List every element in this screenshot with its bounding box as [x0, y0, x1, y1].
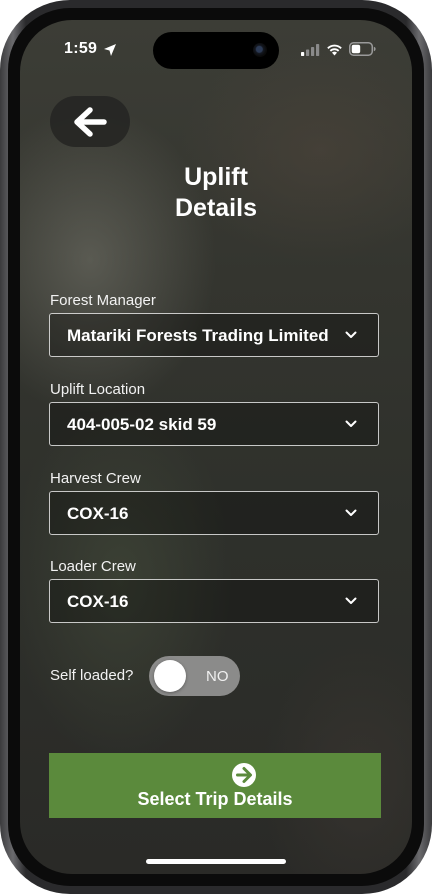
loader-crew-value: COX-16: [67, 592, 129, 611]
uplift-location-select[interactable]: 404-005-02 skid 59: [49, 402, 379, 446]
status-time: 1:59: [64, 40, 98, 57]
select-trip-details-label: Select Trip Details: [137, 789, 293, 809]
toggle-state-text: NO: [206, 668, 229, 685]
select-trip-details-button[interactable]: Select Trip Details: [49, 753, 381, 818]
harvest-crew-select[interactable]: COX-16: [49, 491, 379, 535]
phone-frame: 1:59 Uplift Details Forest Manager Matar…: [0, 0, 432, 894]
forest-manager-select[interactable]: Matariki Forests Trading Limited: [49, 313, 379, 357]
camera-icon: [253, 43, 267, 57]
app-screen: 1:59 Uplift Details Forest Manager Matar…: [20, 20, 412, 874]
page-title-line-1: Uplift: [184, 163, 248, 191]
forest-manager-label: Forest Manager: [50, 292, 156, 309]
arrow-left-icon: [74, 106, 107, 137]
forest-manager-value: Matariki Forests Trading Limited: [67, 326, 329, 345]
cellular-signal-icon: [301, 44, 320, 56]
uplift-location-value: 404-005-02 skid 59: [67, 415, 217, 434]
page-title: Uplift Details: [20, 162, 412, 224]
self-loaded-label: Self loaded?: [50, 667, 134, 684]
self-loaded-toggle[interactable]: NO: [149, 656, 240, 696]
home-indicator: [146, 859, 286, 864]
page-title-line-2: Details: [175, 194, 257, 222]
wifi-icon: [327, 44, 342, 56]
loader-crew-select[interactable]: COX-16: [49, 579, 379, 623]
back-button[interactable]: [50, 96, 130, 147]
arrow-circle-right-icon: [232, 763, 256, 787]
harvest-crew-label: Harvest Crew: [50, 470, 141, 487]
chevron-down-icon: [345, 331, 357, 338]
loader-crew-label: Loader Crew: [50, 558, 136, 575]
harvest-crew-value: COX-16: [67, 504, 129, 523]
toggle-knob: [154, 660, 186, 692]
uplift-location-label: Uplift Location: [50, 381, 146, 398]
chevron-down-icon: [345, 509, 357, 516]
location-arrow-icon: [104, 44, 116, 56]
chevron-down-icon: [345, 597, 357, 604]
battery-icon: [349, 42, 376, 56]
chevron-down-icon: [345, 420, 357, 427]
dynamic-island: [153, 32, 279, 69]
